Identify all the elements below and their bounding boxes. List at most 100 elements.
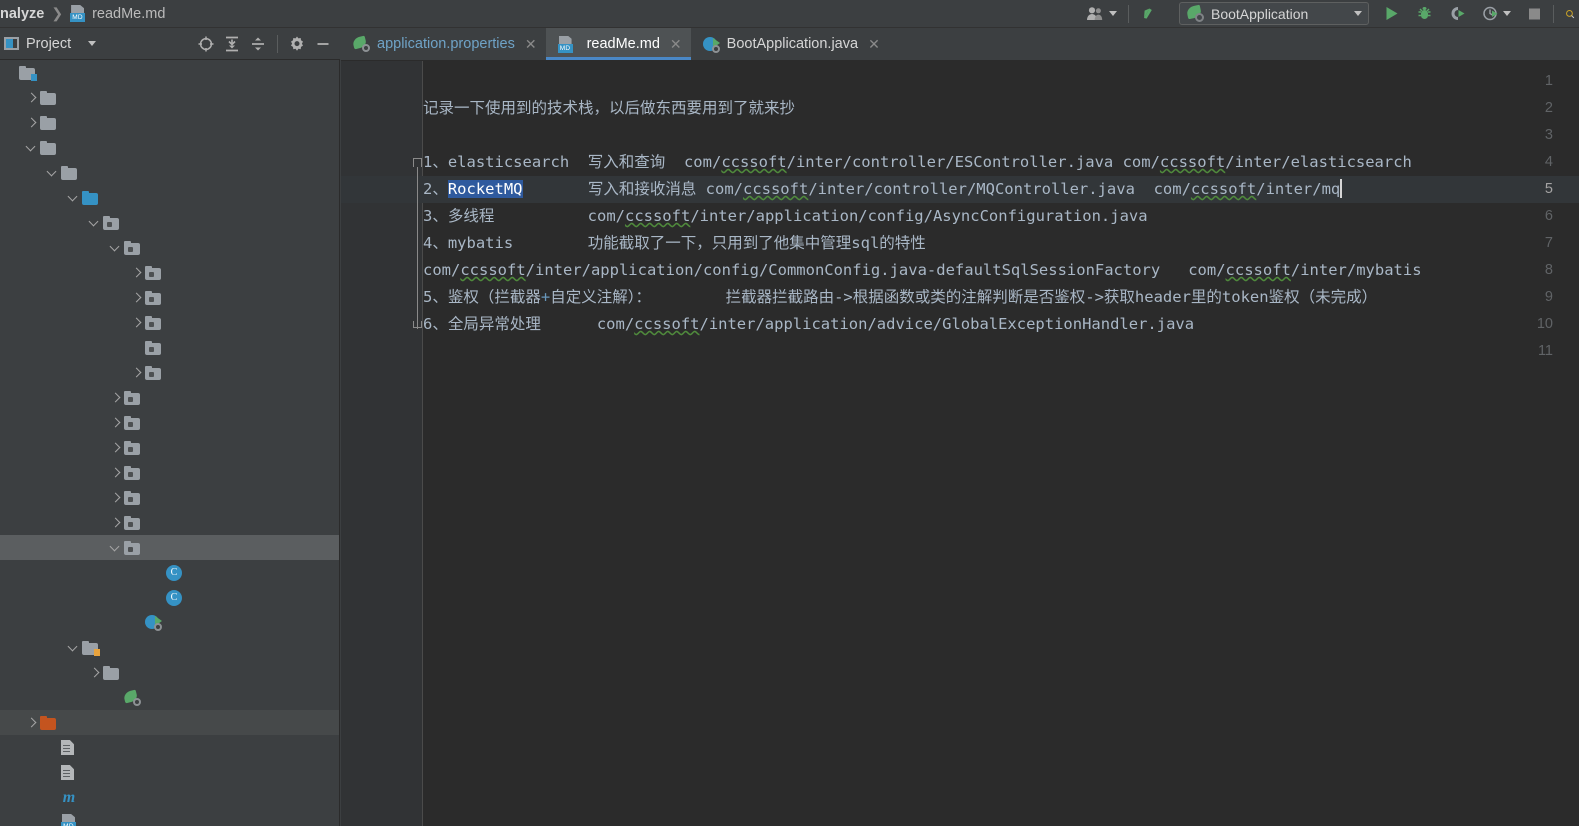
chevron-right-icon[interactable] [25,116,38,129]
tree-node-pom-xml[interactable]: m [0,785,339,810]
tree-node-controller[interactable] [0,385,339,410]
tree-node-bootapplication[interactable] [0,610,339,635]
chevron-down-icon[interactable] [46,166,59,179]
tree-node-service[interactable] [0,510,339,535]
chevron-down-icon[interactable] [67,191,80,204]
tree-node-commonutil[interactable]: C [0,560,339,585]
collapse-all-icon[interactable] [245,31,271,57]
text-caret [1340,179,1342,198]
code-line-9[interactable]: 5、鉴权（拦截器+自定义注解）： 拦截器拦截路由->根据函数或类的注解判断是否鉴… [423,284,1377,311]
run-play-icon[interactable] [1379,2,1404,26]
tree-node-target[interactable] [0,710,339,735]
settings-gear-icon[interactable] [284,31,310,57]
tree-node-resources[interactable] [0,635,339,660]
tree-node-elasticsearch[interactable] [0,410,339,435]
chevron-right-icon[interactable] [130,291,143,304]
code-editor[interactable]: 1 2 3 4 5 6 7 8 9 10 11 记录一下使用到的技术栈，以后做东西要用到了就来抄 1、e… [341,61,1579,826]
spelling-typo: ccssoft [742,180,809,198]
stop-square-icon[interactable] [1523,2,1546,26]
chevron-right-icon[interactable] [25,716,38,729]
hide-panel-icon[interactable] [310,31,336,57]
code-line-4[interactable]: 1、elasticsearch 写入和查询 com/ccssoft/inter/… [423,149,1412,176]
tab-close-icon[interactable]: ✕ [670,36,682,53]
tree-node-mybatis[interactable] [0,485,339,510]
debug-bug-icon[interactable] [1412,2,1437,26]
tree-node-annotation[interactable] [0,285,339,310]
chevron-right-icon[interactable] [109,416,122,429]
chevron-right-icon[interactable] [109,516,122,529]
tree-node-java[interactable] [0,185,339,210]
chevron-right-icon[interactable] [130,266,143,279]
chevron-down-icon[interactable] [88,216,101,229]
locate-in-tree-icon[interactable] [193,31,219,57]
breadcrumb-project-label: nalyze [0,5,45,22]
tab-readme-md[interactable]: MD readMe.md ✕ [545,28,691,60]
tree-node-exception[interactable] [0,335,339,360]
chevron-right-icon[interactable] [130,366,143,379]
source-folder-icon [82,190,99,205]
toolbar-right: BootApplication [1082,0,1579,28]
chevron-right-icon[interactable] [109,466,122,479]
tree-node-log[interactable] [0,110,339,135]
chevron-right-icon[interactable] [109,491,122,504]
tree-node-advice[interactable] [0,260,339,285]
spelling-typo: ccssoft [460,261,526,279]
tree-node-license[interactable] [0,760,339,785]
tree-node-main[interactable] [0,160,339,185]
code-line-8[interactable]: com/ccssoft/inter/application/config/Com… [423,257,1422,284]
tree-node-mq[interactable] [0,460,339,485]
chevron-right-icon[interactable] [25,91,38,104]
tree-node-config[interactable] [0,310,339,335]
tree-node-src[interactable] [0,135,339,160]
chevron-down-icon[interactable] [67,641,80,654]
update-arrow-icon[interactable] [1136,2,1164,26]
folder-icon [61,165,78,180]
tab-close-icon[interactable]: ✕ [525,36,537,53]
code-line-5[interactable]: 2、RocketMQ 写入和接收消息 com/ccssoft/inter/con… [423,176,1342,203]
folder-icon [40,90,57,105]
chevron-right-icon[interactable] [109,441,122,454]
code-fold-region-line [416,167,418,329]
chevron-right-icon[interactable] [109,391,122,404]
tree-node-util[interactable] [0,535,339,560]
tree-node-application[interactable] [0,235,339,260]
run-with-coverage-icon[interactable] [1445,2,1470,26]
package-icon [124,440,141,455]
tab-bootapplication-java[interactable]: BootApplication.java ✕ [691,28,889,60]
tree-node-mybatis[interactable] [0,660,339,685]
chevron-right-icon[interactable] [88,666,101,679]
tree-node-com-ccssoft-inter[interactable] [0,210,339,235]
tree-node-application-properties[interactable] [0,685,339,710]
tree-node--idea[interactable] [0,85,339,110]
search-icon[interactable] [1561,2,1575,26]
code-line-2[interactable]: 记录一下使用到的技术栈，以后做东西要用到了就来抄 [423,95,795,122]
breadcrumb-item-project[interactable]: nalyze [0,6,44,22]
project-title-dropdown[interactable]: Project [0,36,97,52]
tree-node-readme-md[interactable]: MD [0,810,339,826]
tree-node-initfile-txt[interactable] [0,735,339,760]
tab-close-icon[interactable]: ✕ [868,36,880,53]
project-tree[interactable]: CCm MD [0,60,340,826]
chevron-down-icon[interactable] [25,141,38,154]
profiler-icon[interactable] [1478,2,1515,26]
run-configuration-selector[interactable]: BootApplication [1179,2,1369,25]
code-line-7[interactable]: 4、mybatis 功能截取了一下，只用到了他集中管理sql的特性 [423,230,926,257]
chevron-down-icon[interactable] [109,241,122,254]
tree-node-g5-analyze[interactable] [0,60,339,85]
code-line-10[interactable]: 6、全局异常处理 com/ccssoft/inter/application/a… [423,311,1194,338]
tab-application-properties[interactable]: application.properties ✕ [341,28,546,60]
users-icon[interactable] [1082,2,1121,26]
expand-all-icon[interactable] [219,31,245,57]
tree-node-module[interactable] [0,435,339,460]
tree-node-interceptor[interactable] [0,360,339,385]
breadcrumb-item-file[interactable]: MD readMe.md [70,5,165,22]
tree-node-httputil[interactable]: C [0,585,339,610]
chevron-right-icon[interactable] [130,316,143,329]
text-file-icon [61,740,74,755]
code-line-6[interactable]: 3、多线程 com/ccssoft/inter/application/conf… [423,203,1148,230]
chevron-down-icon[interactable] [109,541,122,554]
tab-label: application.properties [377,36,515,52]
